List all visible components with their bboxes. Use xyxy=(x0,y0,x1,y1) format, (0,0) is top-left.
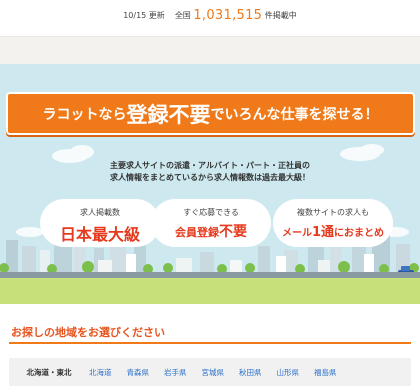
prefecture-link-akita[interactable]: 秋田県 xyxy=(239,367,262,378)
hero-section: ラコットなら 登録不要 でいろんな仕事を探せる！ 主要求人サイトの派遣・アルバイト・… xyxy=(0,64,420,304)
prefecture-link-miyagi[interactable]: 宮城県 xyxy=(202,367,225,378)
feature-highlight-a: 会員登録 xyxy=(175,226,219,239)
prefecture-link-aomori[interactable]: 青森県 xyxy=(127,367,150,378)
headline-part-b: でいろんな仕事を探せる！ xyxy=(210,106,379,123)
header-spacer xyxy=(0,36,420,64)
feature-highlight-a: メール xyxy=(281,228,312,239)
road xyxy=(0,272,420,278)
region-name: 北海道・東北 xyxy=(26,367,72,377)
feature-highlight: メール1通におまとめ xyxy=(273,221,393,240)
feature-highlight: 会員登録不要 xyxy=(151,221,271,241)
feature-highlight-c: におまとめ xyxy=(334,228,385,239)
listing-count: 1,031,515 xyxy=(193,8,263,23)
area-title-divider xyxy=(9,342,411,344)
feature-bubble-no-registration: すぐ応募できる 会員登録不要 xyxy=(151,199,271,247)
description-line-1: 主要求人サイトの派遣・アルバイト・パート・正社員の xyxy=(110,161,310,170)
prefecture-link-hokkaido[interactable]: 北海道 xyxy=(89,367,112,378)
feature-highlight-b: 不要 xyxy=(219,224,247,240)
top-status-bar: 10/15 更新 全国 1,031,515 件掲載中 xyxy=(0,0,420,36)
prefecture-link-fukushima[interactable]: 福島県 xyxy=(314,367,337,378)
headline-emphasis: 登録不要 xyxy=(126,102,211,127)
listing-suffix: 件掲載中 xyxy=(264,11,297,20)
grass-ground xyxy=(0,278,420,304)
update-date: 10/15 更新 xyxy=(123,11,165,20)
area-select-title: お探しの地域をお選びください xyxy=(11,326,165,339)
feature-caption: 複数サイトの求人も xyxy=(297,208,369,217)
prefecture-link-iwate[interactable]: 岩手県 xyxy=(164,367,187,378)
feature-highlight-b: 1通 xyxy=(311,225,335,240)
hero-description: 主要求人サイトの派遣・アルバイト・パート・正社員の 求人情報をまとめているから求… xyxy=(0,160,420,184)
listing-stats: 10/15 更新 全国 1,031,515 件掲載中 xyxy=(0,8,420,23)
description-line-2: 求人情報をまとめているから求人情報数は過去最大級！ xyxy=(110,173,310,182)
prefecture-link-yamagata[interactable]: 山形県 xyxy=(277,367,300,378)
feature-caption: すぐ応募できる xyxy=(183,208,239,217)
total-label: 全国 xyxy=(174,11,191,20)
feature-bubble-email-digest: 複数サイトの求人も メール1通におまとめ xyxy=(273,199,393,247)
hero-headline-banner: ラコットなら 登録不要 でいろんな仕事を探せる！ xyxy=(6,92,415,135)
region-row-hokkaido-tohoku: 北海道・東北 北海道 青森県 岩手県 宮城県 秋田県 山形県 福島県 xyxy=(9,358,411,386)
feature-highlight: 日本最大級 xyxy=(59,225,140,244)
feature-caption: 求人掲載数 xyxy=(80,208,120,217)
feature-bubble-listings: 求人掲載数 日本最大級 xyxy=(40,199,160,247)
headline-part-a: ラコットなら xyxy=(42,106,127,123)
